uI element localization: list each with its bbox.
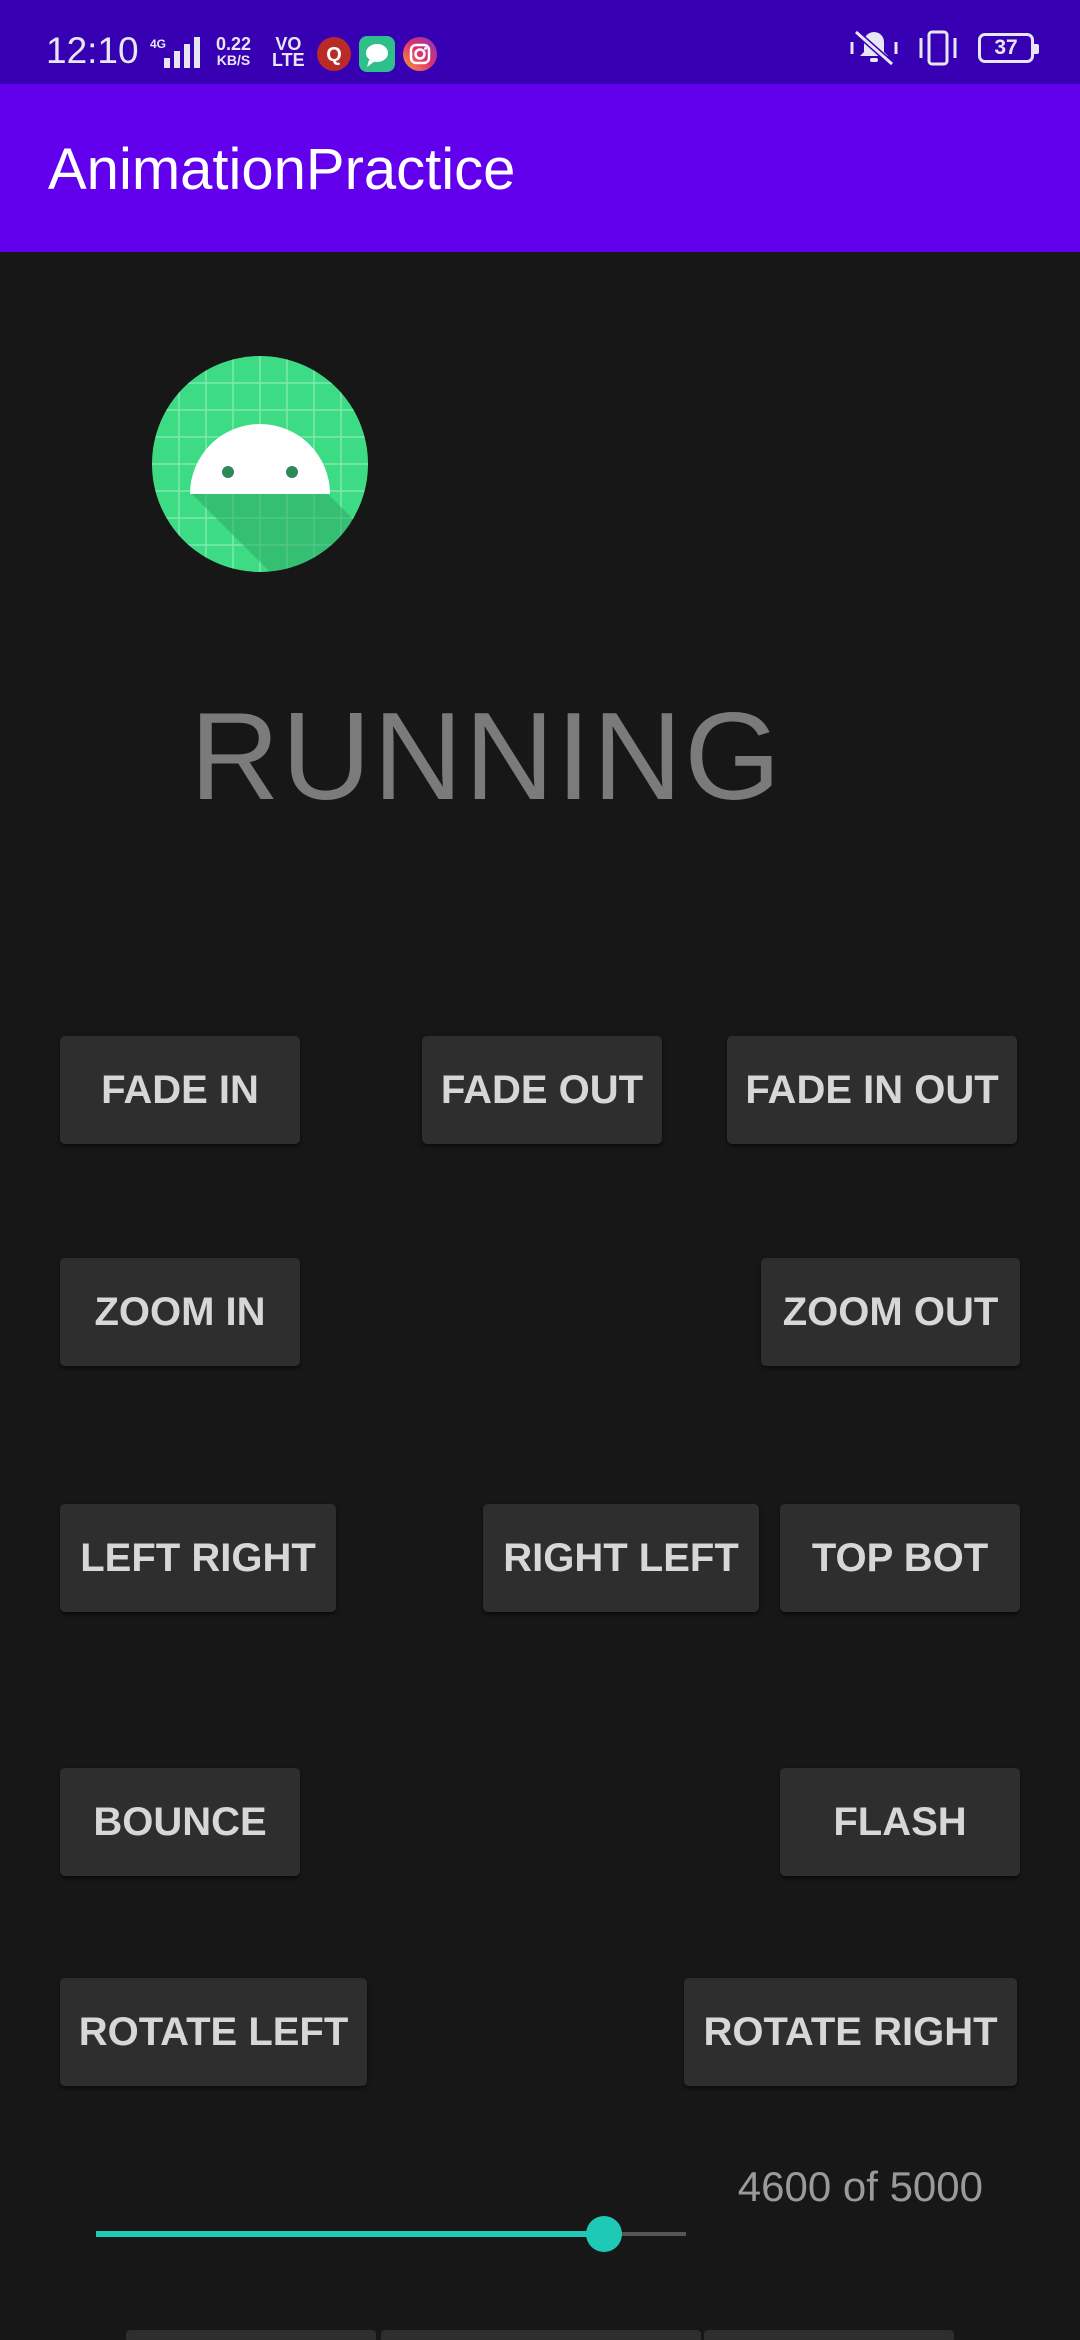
chat-app-icon xyxy=(359,36,395,72)
fade-out-button[interactable]: FADE OUT xyxy=(422,1036,662,1144)
fade-in-button[interactable]: FADE IN xyxy=(60,1036,300,1144)
zoom-in-button[interactable]: ZOOM IN xyxy=(60,1258,300,1366)
battery-level: 37 xyxy=(994,36,1018,59)
rotate-right-button[interactable]: ROTATE RIGHT xyxy=(684,1978,1017,2086)
instagram-app-icon xyxy=(403,37,437,71)
bottom-button-partial-2[interactable] xyxy=(381,2330,701,2340)
quora-app-icon: Q xyxy=(317,37,351,71)
bottom-button-partial-3[interactable] xyxy=(704,2330,954,2340)
rotate-left-button[interactable]: ROTATE LEFT xyxy=(60,1978,367,2086)
vibrate-icon xyxy=(919,30,957,66)
app-title: AnimationPractice xyxy=(48,137,516,202)
top-bot-button[interactable]: TOP BOT xyxy=(780,1504,1020,1612)
android-logo-image xyxy=(152,356,368,572)
duration-counter: 4600 of 5000 xyxy=(737,2163,983,2210)
volte-bottom: LTE xyxy=(272,50,305,70)
app-bar: AnimationPractice xyxy=(0,84,1080,252)
right-left-button[interactable]: RIGHT LEFT xyxy=(483,1504,759,1612)
slider-fill xyxy=(96,2231,604,2237)
duration-slider[interactable] xyxy=(96,2204,686,2264)
zoom-out-button[interactable]: ZOOM OUT xyxy=(761,1258,1020,1366)
status-icons-right: 37 xyxy=(850,28,1039,68)
flash-button[interactable]: FLASH xyxy=(780,1768,1020,1876)
slider-thumb[interactable] xyxy=(585,2216,622,2252)
data-speed-value: 0.22 xyxy=(216,34,252,54)
vibrate-muted-icon xyxy=(850,29,898,67)
data-speed-unit: KB/S xyxy=(216,52,251,68)
bounce-button[interactable]: BOUNCE xyxy=(60,1768,300,1876)
animation-status-text: RUNNING xyxy=(190,688,783,826)
svg-text:Q: Q xyxy=(326,44,342,66)
data-speed: 0.22 KB/S xyxy=(216,34,252,68)
fade-in-out-button[interactable]: FADE IN OUT xyxy=(727,1036,1017,1144)
bottom-button-partial-1[interactable] xyxy=(126,2330,376,2340)
volte-indicator: VO LTE xyxy=(272,35,305,70)
status-time: 12:10 xyxy=(46,30,139,71)
signal-icon xyxy=(164,37,200,68)
left-right-button[interactable]: LEFT RIGHT xyxy=(60,1504,336,1612)
status-bar: 12:10 4G 0.22 KB/S VO LTE Q 37 xyxy=(0,0,1080,84)
battery-icon: 37 xyxy=(978,33,1039,63)
